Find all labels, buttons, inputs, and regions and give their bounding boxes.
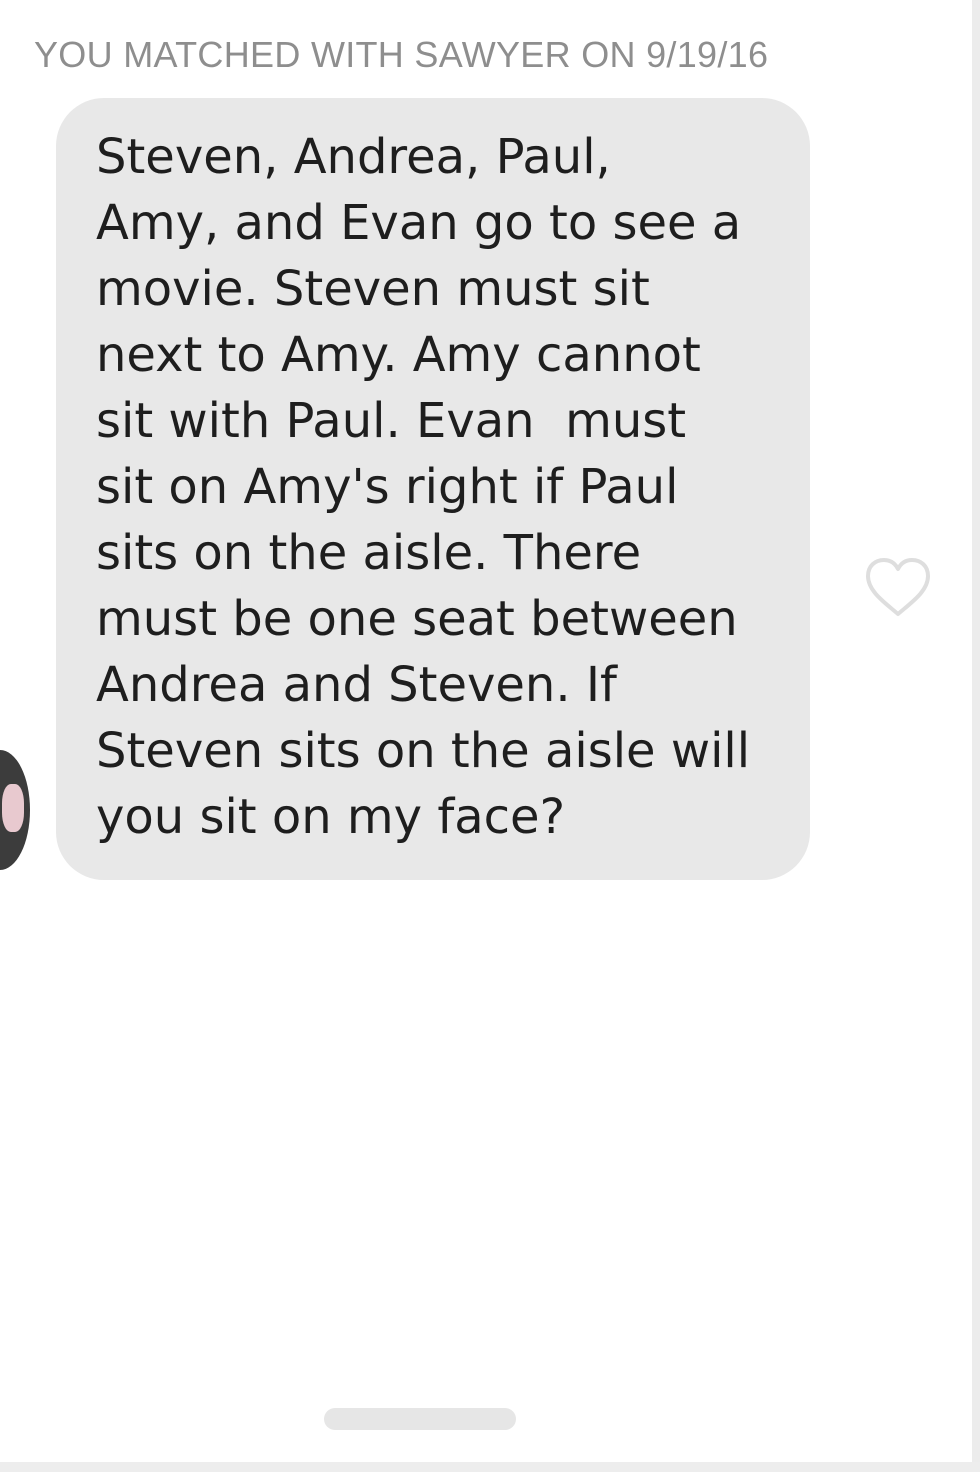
message-line: sit with Paul. Evan must: [96, 393, 687, 449]
message-bubble[interactable]: Steven, Andrea, Paul, Amy, and Evan go t…: [56, 98, 810, 880]
message-line: must be one seat between: [96, 591, 738, 647]
message-line: sit on Amy's right if Paul: [96, 459, 679, 515]
sender-avatar[interactable]: [0, 750, 30, 870]
avatar-photo-detail: [2, 784, 24, 832]
chat-screen: YOU MATCHED WITH SAWYER ON 9/19/16 Steve…: [0, 0, 980, 1472]
match-date-header: YOU MATCHED WITH SAWYER ON 9/19/16: [34, 34, 769, 75]
bottom-edge: [0, 1462, 980, 1472]
message-line: Steven, Andrea, Paul,: [96, 129, 611, 185]
message-line: you sit on my face?: [96, 789, 566, 845]
message-line: Steven sits on the aisle will: [96, 723, 751, 779]
message-line: sits on the aisle. There: [96, 525, 642, 581]
message-line: Andrea and Steven. If: [96, 657, 617, 713]
message-line: movie. Steven must sit: [96, 261, 650, 317]
home-indicator[interactable]: [324, 1408, 516, 1430]
message-row: Steven, Andrea, Paul, Amy, and Evan go t…: [0, 98, 980, 888]
message-line: next to Amy. Amy cannot: [96, 327, 701, 383]
message-line: Amy, and Evan go to see a: [96, 195, 742, 251]
message-text: Steven, Andrea, Paul, Amy, and Evan go t…: [96, 124, 780, 850]
heart-outline-icon[interactable]: [862, 554, 934, 620]
